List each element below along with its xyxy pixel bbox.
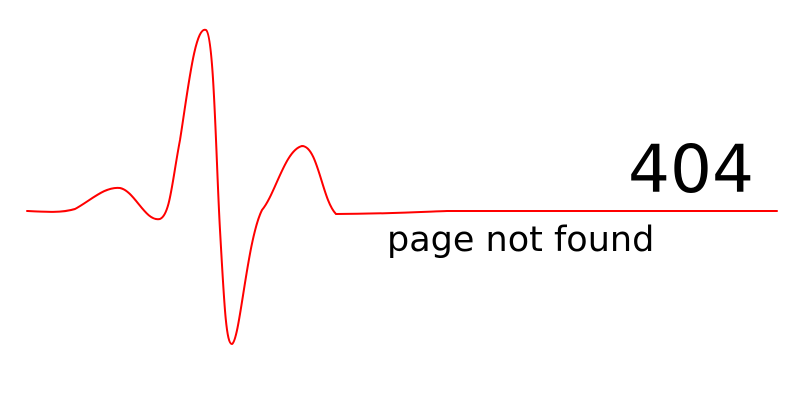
error-page: 404 page not found bbox=[0, 0, 800, 400]
error-code: 404 bbox=[628, 131, 754, 208]
error-message: page not found bbox=[387, 220, 655, 260]
